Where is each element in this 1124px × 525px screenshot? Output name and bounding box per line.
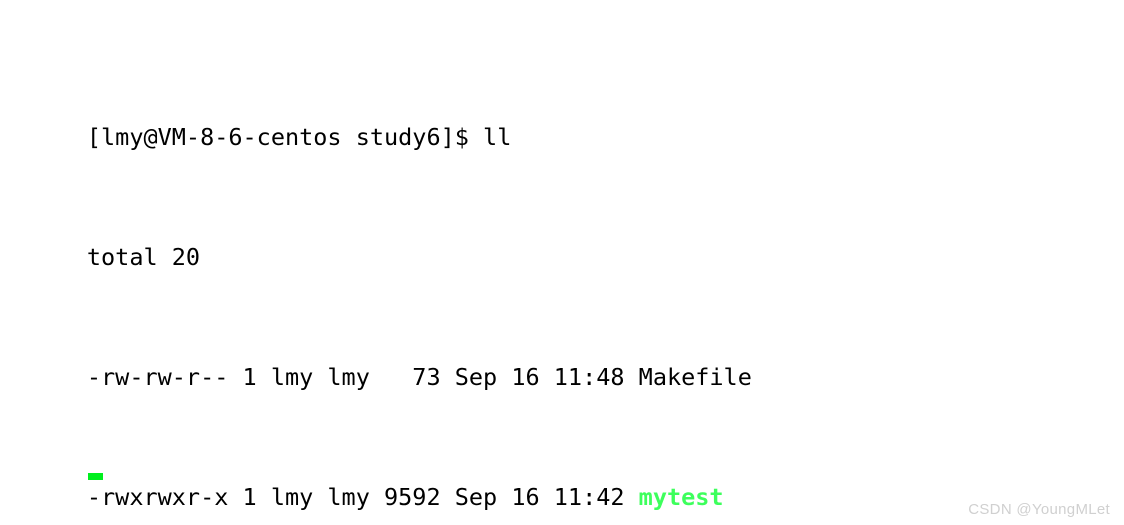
- ls-entry-mytest-filename: mytest: [638, 483, 724, 511]
- ls-entry-makefile-filename: Makefile: [638, 363, 752, 391]
- terminal-line: [lmy@VM-8-6-centos study6]$ ll: [2, 92, 1124, 151]
- terminal-line: -rwxrwxr-x 1 lmy lmy 9592 Sep 16 11:42 m…: [2, 452, 1124, 511]
- ls-entry-mytest-meta: -rwxrwxr-x 1 lmy lmy 9592 Sep 16 11:42: [86, 483, 639, 511]
- watermark-label: CSDN @YoungMLet: [968, 501, 1110, 518]
- ls-total-label: total 20: [86, 243, 201, 271]
- terminal-line: total 20: [2, 212, 1124, 271]
- terminal-screen[interactable]: [lmy@VM-8-6-centos study6]$ ll total 20 …: [2, 2, 1124, 525]
- terminal-window[interactable]: [lmy@VM-8-6-centos study6]$ ll total 20 …: [0, 0, 1124, 525]
- shell-prompt-command-ll: [lmy@VM-8-6-centos study6]$ ll: [86, 123, 512, 151]
- render-artifact-marker: [88, 473, 103, 480]
- terminal-line: -rw-rw-r-- 1 lmy lmy 73 Sep 16 11:48 Mak…: [2, 332, 1124, 391]
- ls-entry-makefile-meta: -rw-rw-r-- 1 lmy lmy 73 Sep 16 11:48: [86, 363, 639, 391]
